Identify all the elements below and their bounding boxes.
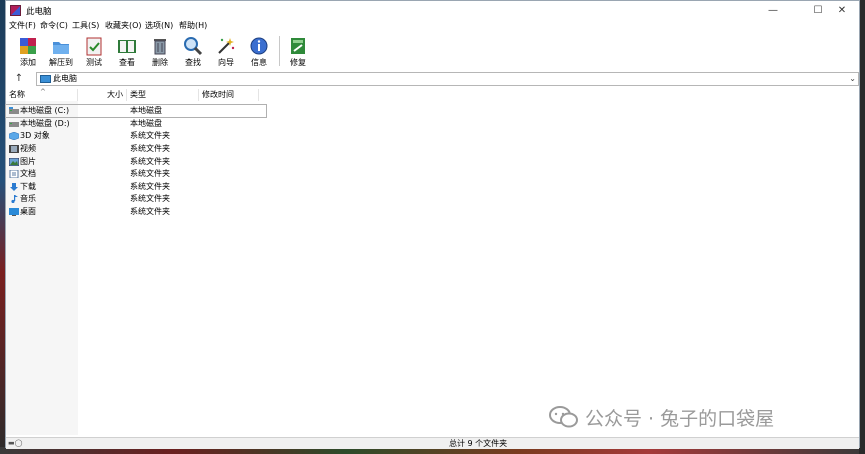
row-type: 系统文件夹 (130, 131, 170, 140)
up-arrow-icon[interactable]: ↑ (12, 72, 26, 86)
info-label: 信息 (251, 58, 267, 67)
this-pc-icon (40, 75, 51, 83)
download-icon (10, 183, 18, 191)
desktop-icon (9, 208, 19, 216)
column-header-type[interactable]: 类型 (127, 89, 199, 101)
menu-command[interactable]: 命令(C) (40, 20, 68, 32)
add-button[interactable]: 添加 (12, 34, 44, 69)
wizard-button[interactable]: 向导 (210, 34, 242, 69)
row-type: 本地磁盘 (130, 119, 162, 128)
table-row[interactable]: 本地磁盘 (C:) 本地磁盘 (5, 104, 267, 118)
toolbar: 添加 解压到 测试 查看 删除 查找 向导 信息 修复 (6, 32, 859, 70)
table-row[interactable]: 音乐 系统文件夹 (6, 193, 266, 205)
extract-folder-icon (53, 42, 69, 54)
drive-status-icon[interactable]: ▬◯ (8, 439, 22, 447)
row-type: 系统文件夹 (130, 182, 170, 191)
3d-objects-icon (9, 132, 19, 140)
menu-help[interactable]: 帮助(H) (179, 20, 207, 32)
extract-to-button[interactable]: 解压到 (45, 34, 77, 69)
column-header-name[interactable]: 名称 ^ (6, 88, 78, 101)
table-row[interactable]: 本地磁盘 (D:) 本地磁盘 (6, 118, 266, 130)
menu-options[interactable]: 选项(N) (145, 20, 173, 32)
table-row[interactable]: 下载 系统文件夹 (6, 181, 266, 193)
find-label: 查找 (185, 58, 201, 67)
row-type: 系统文件夹 (130, 144, 170, 153)
add-label: 添加 (20, 58, 36, 67)
address-path: 此电脑 (53, 74, 77, 83)
find-magnifier-icon (184, 37, 203, 56)
repair-label: 修复 (290, 58, 306, 67)
chevron-down-icon[interactable]: ⌄ (849, 73, 856, 85)
delete-trash-icon (154, 39, 166, 55)
row-name: 下载 (20, 182, 36, 191)
status-bar: ▬◯ 总计 9 个文件夹 (6, 437, 859, 449)
documents-icon (9, 170, 19, 178)
row-name: 3D 对象 (20, 131, 50, 140)
row-type: 本地磁盘 (130, 106, 162, 115)
menu-file[interactable]: 文件(F) (9, 20, 36, 32)
row-name: 桌面 (20, 207, 36, 216)
column-name-label: 名称 (9, 90, 25, 99)
add-archive-icon (20, 38, 36, 54)
close-icon[interactable]: ✕ (825, 1, 859, 20)
pictures-icon (9, 158, 19, 166)
info-button[interactable]: 信息 (243, 34, 275, 69)
drive-d-icon (9, 122, 19, 127)
sort-ascending-icon: ^ (40, 88, 46, 96)
address-bar: ↑ 此电脑 ⌄ (6, 70, 859, 88)
menu-favorites[interactable]: 收藏夹(O) (105, 20, 142, 32)
row-name: 本地磁盘 (D:) (20, 119, 70, 128)
extract-to-label: 解压到 (49, 58, 73, 67)
row-name: 文档 (20, 169, 36, 178)
table-row[interactable]: 文档 系统文件夹 (6, 168, 266, 180)
wizard-label: 向导 (218, 58, 234, 67)
minimize-icon[interactable]: — (756, 1, 790, 20)
column-header-modified[interactable]: 修改时间 (199, 89, 259, 101)
table-row[interactable]: 视频 系统文件夹 (6, 143, 266, 155)
test-label: 测试 (86, 58, 102, 67)
view-button[interactable]: 查看 (111, 34, 143, 69)
row-name: 图片 (20, 157, 36, 166)
watermark-text: 公众号 · 兔子的口袋屋 (585, 408, 775, 430)
winrar-window: 此电脑 — ☐ ✕ 文件(F) 命令(C) 工具(S) 收藏夹(O) 选项(N)… (5, 0, 860, 449)
row-name: 视频 (20, 144, 36, 153)
view-book-icon (118, 40, 136, 53)
wizard-wand-icon (218, 38, 235, 54)
menu-bar: 文件(F) 命令(C) 工具(S) 收藏夹(O) 选项(N) 帮助(H) (6, 20, 859, 32)
winrar-app-icon (10, 5, 21, 16)
toolbar-separator (279, 36, 280, 66)
info-icon (250, 37, 268, 55)
window-title: 此电脑 (26, 7, 52, 17)
repair-kit-icon (291, 38, 305, 54)
menu-tools[interactable]: 工具(S) (72, 20, 99, 32)
row-name: 本地磁盘 (C:) (20, 106, 70, 115)
view-label: 查看 (119, 58, 135, 67)
file-list[interactable]: 名称 ^ 大小 类型 修改时间 本地磁盘 (C:) 本地磁盘 本地磁盘 (D:)… (5, 88, 859, 435)
delete-button[interactable]: 删除 (144, 34, 176, 69)
video-icon (9, 145, 19, 153)
delete-label: 删除 (152, 58, 168, 67)
row-type: 系统文件夹 (130, 207, 170, 216)
repair-button[interactable]: 修复 (282, 34, 314, 69)
row-type: 系统文件夹 (130, 157, 170, 166)
row-name: 音乐 (20, 194, 36, 203)
address-field[interactable]: 此电脑 ⌄ (36, 72, 859, 86)
test-button[interactable]: 测试 (78, 34, 110, 69)
drive-c-icon (9, 107, 19, 114)
wechat-icon (549, 406, 578, 428)
table-row[interactable]: 桌面 系统文件夹 (6, 206, 266, 218)
music-icon (11, 195, 18, 203)
row-type: 系统文件夹 (130, 169, 170, 178)
row-type: 系统文件夹 (130, 194, 170, 203)
table-row[interactable]: 图片 系统文件夹 (6, 156, 266, 168)
find-button[interactable]: 查找 (177, 34, 209, 69)
title-bar[interactable]: 此电脑 — ☐ ✕ (6, 1, 859, 20)
status-text: 总计 9 个文件夹 (449, 439, 508, 448)
column-header-size[interactable]: 大小 (78, 89, 127, 101)
test-clipboard-icon (86, 37, 102, 56)
table-row[interactable]: 3D 对象 系统文件夹 (6, 130, 266, 142)
